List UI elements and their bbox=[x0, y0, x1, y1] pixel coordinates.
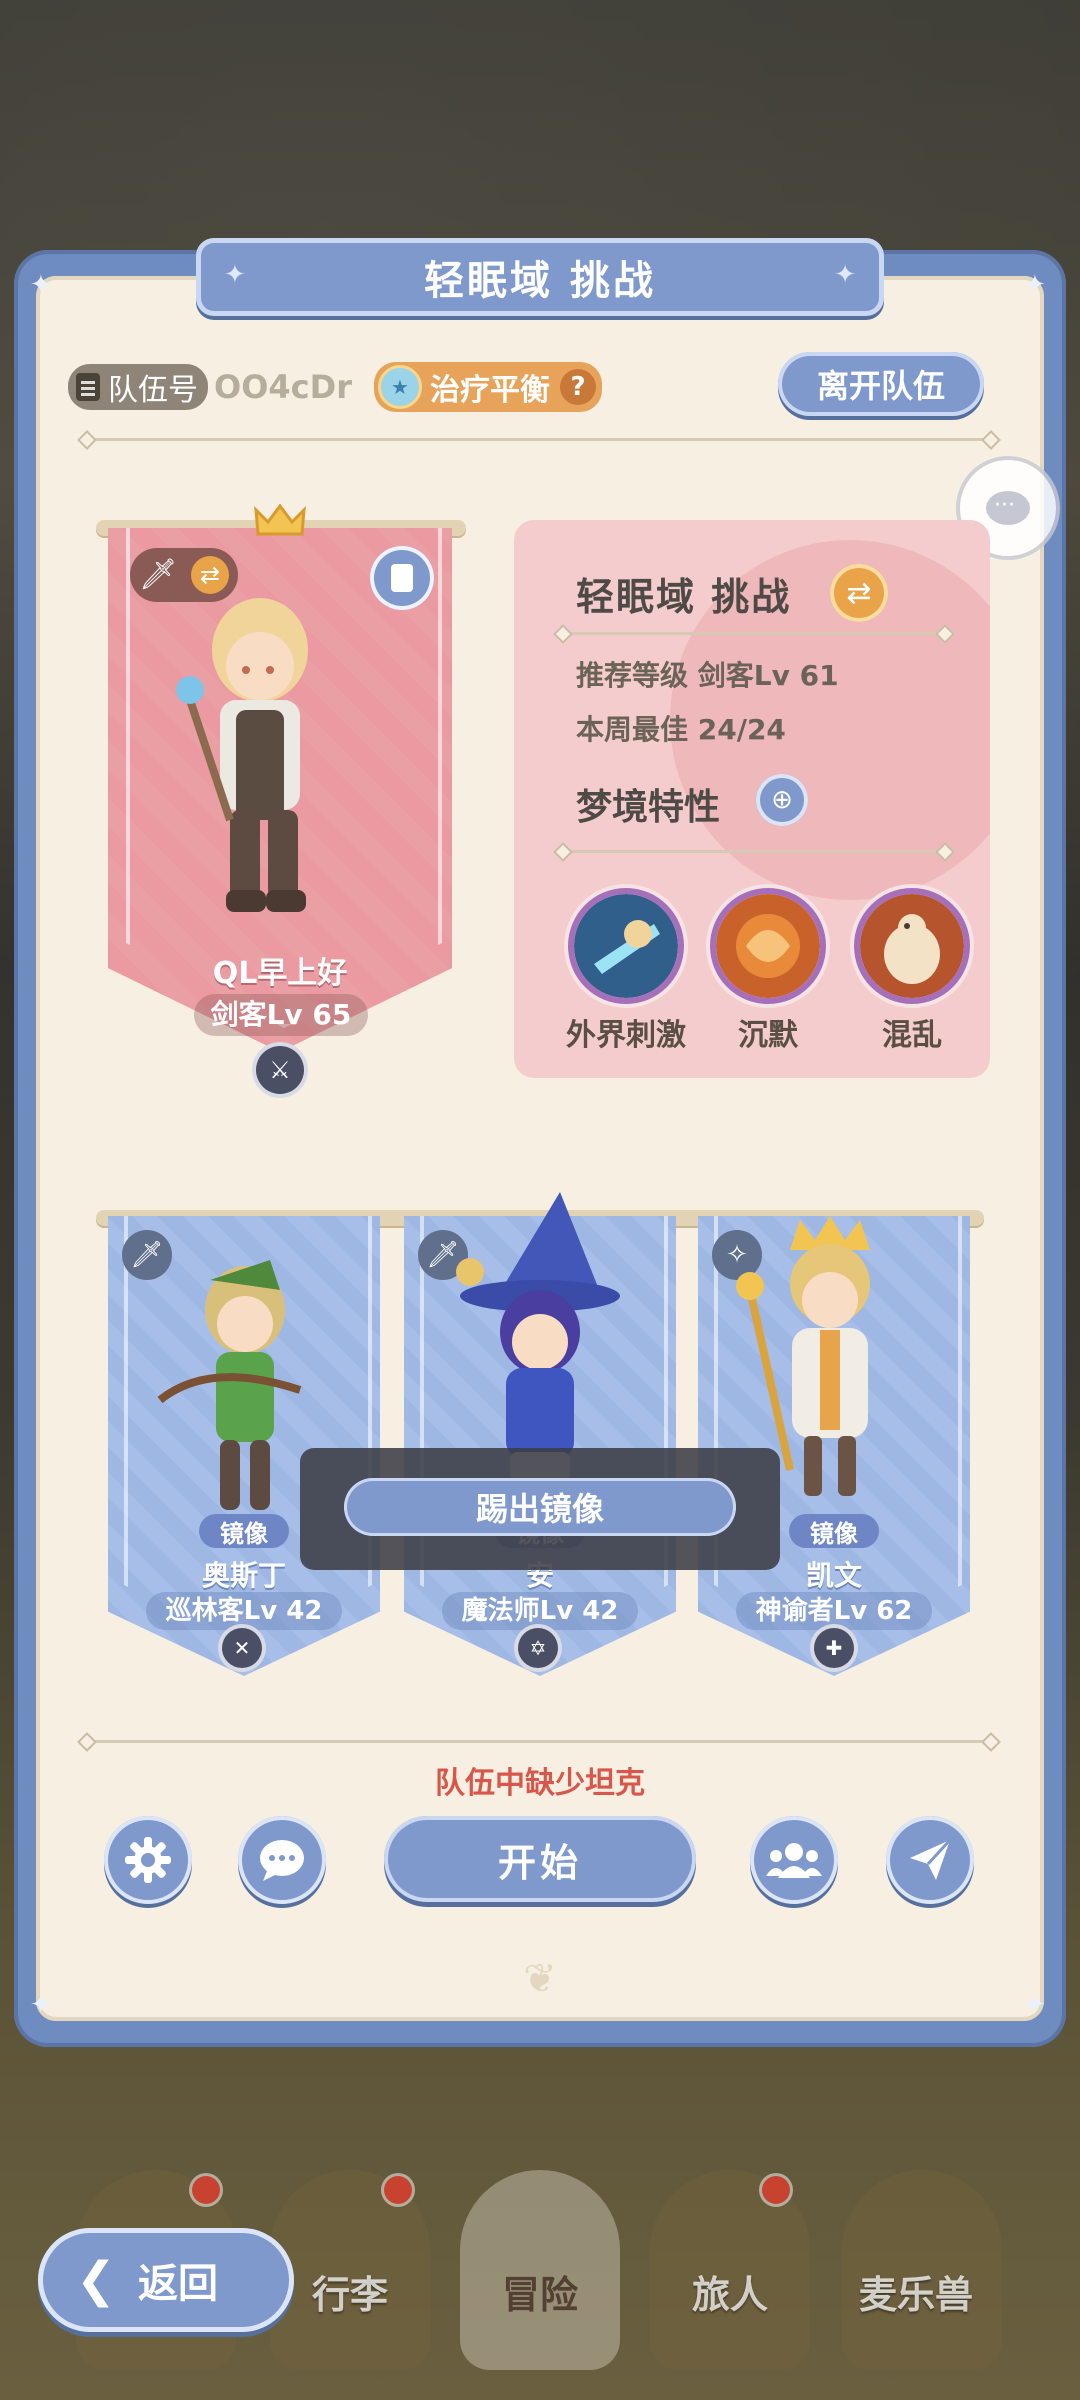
corner-star-icon: ✦ bbox=[30, 1990, 52, 2020]
trait-silence-icon[interactable] bbox=[716, 894, 820, 998]
nav-label-travelers: 旅人 bbox=[691, 2273, 768, 2317]
send-icon bbox=[910, 1838, 952, 1880]
divider bbox=[562, 632, 946, 635]
corner-star-icon: ✦ bbox=[1024, 1990, 1046, 2020]
nav-label-adventure: 冒险 bbox=[501, 2273, 578, 2317]
page-title: 轻眠域 挑战 bbox=[424, 258, 656, 304]
start-button[interactable]: 开始 bbox=[384, 1816, 696, 1902]
leader-name: QL早上好 bbox=[212, 956, 348, 991]
team-warning: 队伍中缺少坦克 bbox=[435, 1766, 645, 1801]
leave-team-button[interactable]: 离开队伍 bbox=[778, 352, 984, 416]
recommended-level: 推荐等级 剑客Lv 61 bbox=[576, 659, 839, 692]
back-label: 返回 bbox=[138, 2261, 218, 2307]
member-level: 巡林客Lv 42 bbox=[146, 1592, 342, 1630]
gear-icon bbox=[125, 1837, 171, 1883]
mirror-tag: 镜像 bbox=[199, 1514, 289, 1548]
leader-level: 剑客Lv 65 bbox=[194, 994, 368, 1036]
trait-confusion-icon[interactable] bbox=[860, 894, 964, 998]
swordsman-class-icon: ⚔ bbox=[256, 1046, 304, 1094]
notification-dot bbox=[384, 2176, 412, 2204]
mage-class-icon: ✡ bbox=[518, 1628, 558, 1668]
dream-traits-title: 梦境特性 bbox=[576, 787, 721, 828]
divider bbox=[86, 438, 992, 441]
panel-ornament: ❦ bbox=[523, 1956, 557, 2002]
weekly-best: 本周最佳 24/24 bbox=[576, 713, 786, 746]
oracle-class-icon: ✚ bbox=[814, 1628, 854, 1668]
crown-icon bbox=[254, 504, 306, 536]
corner-star-icon: ✦ bbox=[1024, 270, 1046, 300]
help-icon[interactable]: ? bbox=[560, 369, 596, 405]
trait-label: 外界刺激 bbox=[566, 1018, 686, 1053]
chevron-left-icon: ❮ bbox=[75, 2252, 117, 2308]
back-button[interactable]: ❮ 返回 bbox=[38, 2228, 294, 2332]
group-icon bbox=[766, 1843, 822, 1878]
nav-label-pets: 麦乐兽 bbox=[858, 2273, 973, 2317]
member-level: 神谕者Lv 62 bbox=[736, 1592, 932, 1630]
zoom-in-icon[interactable]: ⊕ bbox=[756, 774, 808, 826]
character-card-button[interactable] bbox=[370, 546, 434, 610]
leader-character-avatar bbox=[176, 598, 308, 912]
trait-label: 混乱 bbox=[882, 1018, 942, 1053]
settings-button[interactable] bbox=[104, 1816, 192, 1904]
kick-mirror-button[interactable]: 踢出镜像 bbox=[344, 1478, 736, 1536]
document-icon bbox=[76, 373, 100, 401]
chat-button[interactable] bbox=[238, 1816, 326, 1904]
friends-button[interactable] bbox=[750, 1816, 838, 1904]
team-id-badge: 队伍号 bbox=[68, 364, 208, 410]
team-id-label: 队伍号 bbox=[108, 373, 198, 408]
switch-dungeon-button[interactable]: ⇄ bbox=[830, 564, 888, 622]
trait-label: 沉默 bbox=[738, 1018, 798, 1053]
title-banner: ✦ 轻眠域 挑战 ✦ bbox=[196, 238, 884, 316]
card-icon bbox=[391, 564, 413, 592]
mirror-tag: 镜像 bbox=[789, 1514, 879, 1548]
member-level: 魔法师Lv 42 bbox=[442, 1592, 638, 1630]
heal-star-icon: ★ bbox=[378, 365, 422, 409]
divider bbox=[562, 850, 946, 853]
chat-bubble-icon bbox=[986, 491, 1030, 525]
ranger-class-icon: ✕ bbox=[222, 1628, 262, 1668]
star-icon: ✦ bbox=[224, 260, 246, 290]
team-balance-label: 治疗平衡 bbox=[430, 373, 550, 408]
notification-dot bbox=[762, 2176, 790, 2204]
corner-star-icon: ✦ bbox=[30, 270, 52, 300]
start-label: 开始 bbox=[497, 1840, 582, 1885]
team-id-code[interactable]: OO4cDr bbox=[214, 364, 352, 410]
trait-external-stimulus-icon[interactable] bbox=[574, 894, 678, 998]
dungeon-title: 轻眠域 挑战 bbox=[576, 575, 792, 619]
chat-icon bbox=[260, 1840, 304, 1881]
divider bbox=[86, 1740, 992, 1743]
star-icon: ✦ bbox=[834, 260, 856, 290]
team-balance-tag[interactable]: ★ 治疗平衡 ? bbox=[374, 362, 602, 412]
invite-button[interactable] bbox=[886, 1816, 974, 1904]
notification-dot bbox=[192, 2176, 220, 2204]
